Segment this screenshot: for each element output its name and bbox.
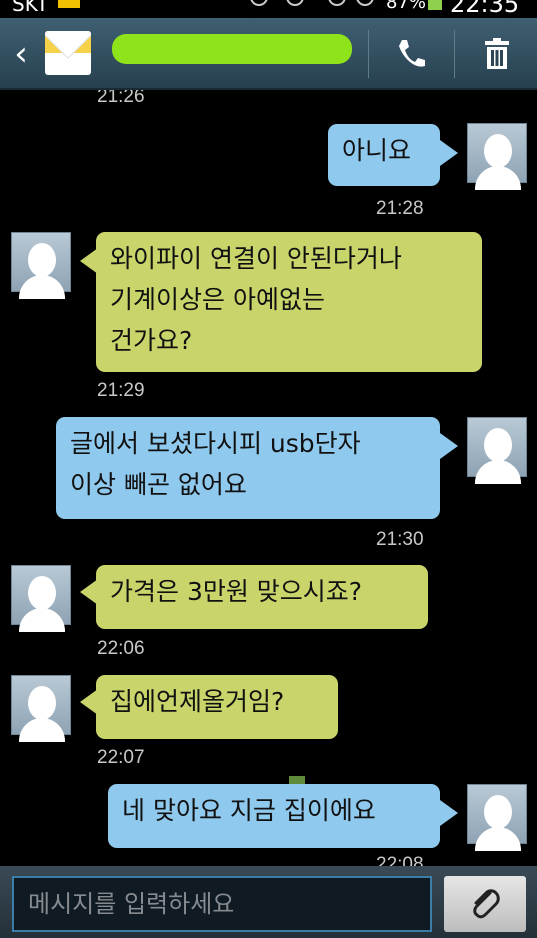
contact-name[interactable]	[112, 34, 352, 64]
incoming-message-bubble[interactable]: 와이파이 연결이 안된다거나 기계이상은 아예없는 건가요?	[96, 232, 482, 372]
envelope-icon[interactable]	[45, 31, 91, 75]
message-line: 이상 빼곤 없어요	[70, 470, 247, 499]
message-text: 집에언제올거임?	[110, 687, 285, 716]
outgoing-message-bubble[interactable]: 글에서 보셨다시피 usb단자 이상 빼곤 없어요	[56, 417, 440, 519]
delete-button[interactable]	[466, 26, 528, 82]
timestamp: 22:08	[376, 854, 424, 866]
signal-icon	[356, 0, 374, 6]
battery-percent: 87%	[386, 0, 427, 13]
attach-button[interactable]	[444, 876, 526, 932]
message-text: 네 맞아요 지금 집이에요	[122, 796, 376, 825]
avatar	[11, 675, 71, 742]
avatar	[467, 123, 527, 190]
timestamp: 21:28	[376, 198, 424, 219]
bubble-tail	[440, 140, 458, 166]
message-list[interactable]: 21:26 아니요 21:28 와이파이 연결이 안된다거나 기계이상은 아예없…	[0, 90, 537, 866]
conversation-header: ‹	[0, 18, 537, 90]
message-line: 기계이상은 아예없는	[110, 285, 325, 314]
timestamp: 21:29	[97, 380, 145, 401]
chevron-left-icon: ‹	[14, 34, 28, 74]
message-text: 아니요	[342, 136, 412, 165]
timestamp: 21:26	[97, 90, 145, 107]
avatar	[11, 232, 71, 299]
paperclip-icon	[473, 889, 500, 919]
battery-icon	[428, 0, 442, 10]
incoming-message-bubble[interactable]: 집에언제올거임?	[96, 675, 338, 739]
timestamp: 22:06	[97, 638, 145, 659]
header-divider	[454, 30, 455, 78]
message-line: 건가요?	[110, 326, 193, 355]
composer-bar	[0, 866, 537, 938]
alarm-icon	[286, 0, 304, 6]
call-button[interactable]	[380, 26, 442, 82]
header-divider	[368, 30, 369, 78]
message-line: 와이파이 연결이 안된다거나	[110, 244, 402, 273]
message-notification-icon	[58, 0, 80, 8]
phone-icon	[399, 40, 425, 67]
outgoing-message-bubble[interactable]: 네 맞아요 지금 집이에요	[108, 784, 440, 848]
carrier-label: SKT	[12, 0, 49, 16]
message-text: 가격은 3만원 맞으시죠?	[110, 577, 363, 606]
incoming-message-bubble[interactable]: 가격은 3만원 맞으시죠?	[96, 565, 428, 629]
timestamp: 21:30	[376, 529, 424, 550]
message-input[interactable]	[12, 876, 432, 932]
avatar	[467, 784, 527, 851]
trash-icon	[485, 38, 509, 69]
outgoing-message-bubble[interactable]: 아니요	[328, 124, 440, 186]
data-transfer-icon	[328, 0, 346, 6]
back-button[interactable]: ‹	[6, 34, 36, 74]
status-clock: 22:35	[450, 0, 520, 18]
bubble-tail	[440, 800, 458, 826]
message-line: 글에서 보셨다시피 usb단자	[70, 429, 361, 458]
eye-icon	[250, 0, 268, 6]
status-bar: SKT 87% 22:35	[0, 0, 537, 18]
timestamp: 22:07	[97, 747, 145, 768]
avatar	[11, 565, 71, 632]
avatar	[467, 417, 527, 484]
bubble-tail	[440, 433, 458, 459]
